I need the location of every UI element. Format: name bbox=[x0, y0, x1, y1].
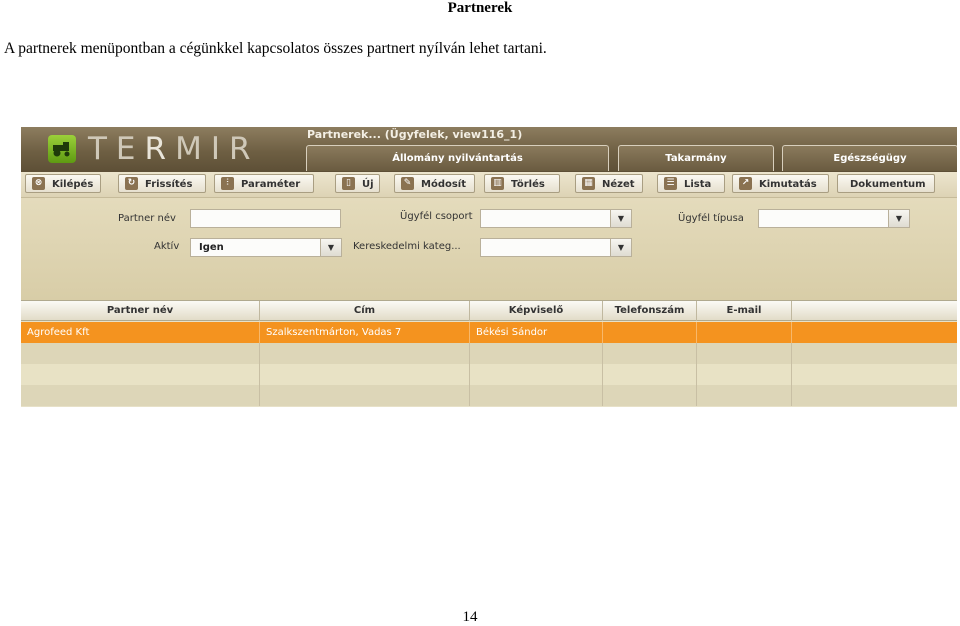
view-grid-icon: ▦ bbox=[582, 177, 595, 190]
cell-cim: Szalkszentmárton, Vadas 7 bbox=[260, 322, 470, 343]
window-title: Partnerek... (Ügyfelek, view116_1) bbox=[307, 128, 523, 141]
kereskedelmi-kategoria-label: Kereskedelmi kateg... bbox=[353, 241, 461, 252]
chevron-down-icon[interactable]: ▼ bbox=[888, 210, 909, 227]
table-row[interactable]: Agrofeed Kft Szalkszentmárton, Vadas 7 B… bbox=[21, 322, 957, 343]
uj-button[interactable]: ▯ Új bbox=[335, 174, 380, 193]
column-header-telefonszam[interactable]: Telefonszám bbox=[603, 301, 697, 321]
nezet-button[interactable]: ▦ Nézet bbox=[575, 174, 643, 193]
toolbar: ⊗ Kilépés ↻ Frissítés ⫶ Paraméter ▯ Új ✎… bbox=[21, 172, 957, 198]
empty-table-row bbox=[21, 385, 957, 406]
lista-button[interactable]: ☰ Lista bbox=[657, 174, 725, 193]
column-header-partner-nev[interactable]: Partner név bbox=[21, 301, 260, 321]
ugyfel-tipusa-label: Ügyfél típusa bbox=[678, 213, 744, 224]
edit-pencil-icon: ✎ bbox=[401, 177, 414, 190]
page-number: 14 bbox=[462, 609, 478, 625]
aktiv-select[interactable]: Igen ▼ bbox=[190, 238, 342, 257]
exit-icon: ⊗ bbox=[32, 177, 45, 190]
kilepes-button[interactable]: ⊗ Kilépés bbox=[25, 174, 101, 193]
chart-line-icon: ↗ bbox=[739, 177, 752, 190]
tab-takarmany[interactable]: Takarmány bbox=[618, 145, 774, 171]
empty-table-row bbox=[21, 364, 957, 385]
document-title: Partnerek bbox=[447, 0, 513, 16]
tab-allomany-nyilvantartas[interactable]: Állomány nyilvántartás bbox=[306, 145, 609, 171]
chevron-down-icon[interactable]: ▼ bbox=[610, 239, 631, 256]
refresh-icon: ↻ bbox=[125, 177, 138, 190]
app-header: TERMIR Partnerek... (Ügyfelek, view116_1… bbox=[21, 127, 957, 172]
column-header-kepviselo[interactable]: Képviselő bbox=[470, 301, 603, 321]
ugyfel-csoport-label: Ügyfél csoport bbox=[400, 211, 473, 222]
grid-header: Partner név Cím Képviselő Telefonszám E-… bbox=[21, 300, 957, 321]
chevron-down-icon[interactable]: ▼ bbox=[610, 210, 631, 227]
kimutatas-button[interactable]: ↗ Kimutatás bbox=[732, 174, 829, 193]
partner-grid: Partner név Cím Képviselő Telefonszám E-… bbox=[21, 300, 957, 407]
termir-app-window: TERMIR Partnerek... (Ügyfelek, view116_1… bbox=[21, 127, 957, 407]
filter-panel: Partner név Ügyfél csoport ▼ Ügyfél típu… bbox=[21, 198, 957, 300]
partner-nev-label: Partner név bbox=[118, 213, 176, 224]
frissites-button[interactable]: ↻ Frissítés bbox=[118, 174, 206, 193]
parameters-icon: ⫶ bbox=[221, 177, 234, 190]
app-logo-text: TERMIR bbox=[88, 131, 260, 167]
parameter-button[interactable]: ⫶ Paraméter bbox=[214, 174, 314, 193]
cell-kepviselo: Békési Sándor bbox=[470, 322, 603, 343]
cell-email bbox=[697, 322, 792, 343]
partner-nev-input[interactable] bbox=[190, 209, 341, 228]
aktiv-label: Aktív bbox=[154, 241, 180, 252]
ugyfel-tipusa-select[interactable]: ▼ bbox=[758, 209, 910, 228]
new-document-icon: ▯ bbox=[342, 177, 355, 190]
cell-partner-nev: Agrofeed Kft bbox=[21, 322, 260, 343]
dokumentum-button[interactable]: Dokumentum bbox=[837, 174, 935, 193]
document-intro: A partnerek menüpontban a cégünkkel kapc… bbox=[4, 40, 547, 57]
torles-button[interactable]: ▥ Törlés bbox=[484, 174, 560, 193]
tractor-logo-icon bbox=[48, 135, 76, 163]
column-header-cim[interactable]: Cím bbox=[260, 301, 470, 321]
column-header-email[interactable]: E-mail bbox=[697, 301, 792, 321]
cell-telefonszam bbox=[603, 322, 697, 343]
empty-table-row bbox=[21, 343, 957, 364]
trash-icon: ▥ bbox=[491, 177, 504, 190]
kereskedelmi-kategoria-select[interactable]: ▼ bbox=[480, 238, 632, 257]
ugyfel-csoport-select[interactable]: ▼ bbox=[480, 209, 632, 228]
list-icon: ☰ bbox=[664, 177, 677, 190]
chevron-down-icon[interactable]: ▼ bbox=[320, 239, 341, 256]
modosit-button[interactable]: ✎ Módosít bbox=[394, 174, 475, 193]
tab-egeszsegugy[interactable]: Egészségügy bbox=[782, 145, 957, 171]
